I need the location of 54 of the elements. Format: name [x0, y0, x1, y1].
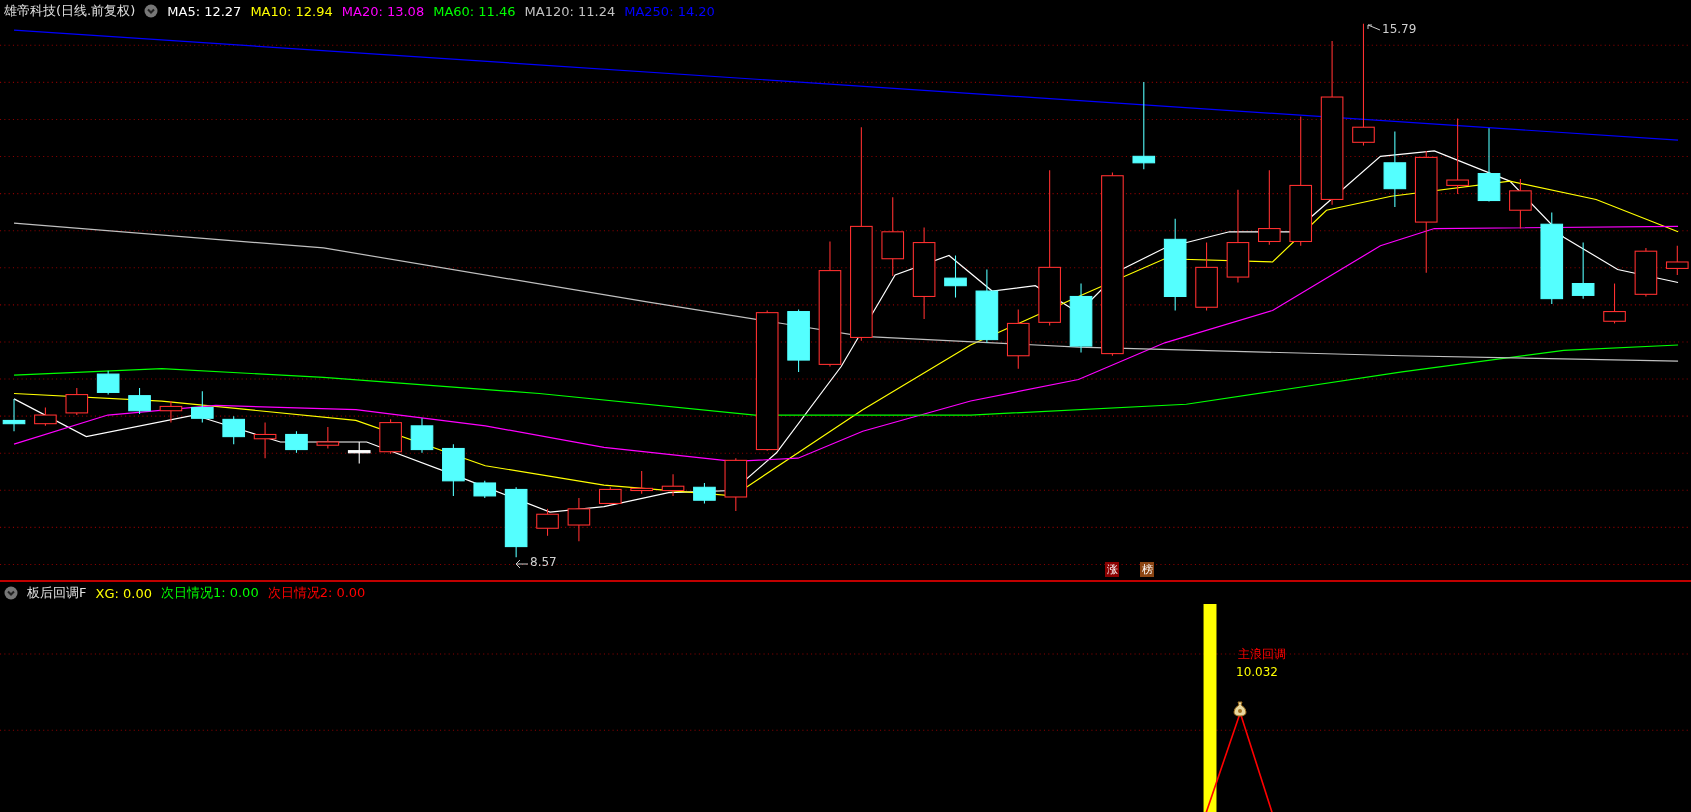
candlestick	[159, 400, 183, 424]
signal-label: 主浪回调	[1238, 646, 1286, 663]
candlestick	[661, 473, 685, 497]
candlestick	[1195, 242, 1218, 312]
candlestick	[1571, 242, 1595, 300]
candlestick	[473, 480, 497, 499]
candlestick	[442, 443, 465, 497]
candlestick	[96, 370, 120, 396]
candlestick	[191, 390, 214, 424]
indicator-value: 次日情况1: 0.00	[160, 584, 259, 602]
candlestick	[536, 508, 559, 537]
candlestick	[347, 441, 371, 465]
moving-average-value: MA10: 12.94	[250, 3, 333, 19]
dropdown-icon[interactable]	[4, 586, 18, 600]
signal-value: 10.032	[1236, 665, 1278, 679]
candlestick	[504, 486, 528, 558]
candlestick	[2, 398, 26, 432]
candlestick	[1069, 283, 1093, 354]
candlestick	[1509, 178, 1532, 230]
moving-average-value: MA5: 12.27	[167, 3, 242, 19]
moving-average-value: MA120: 11.24	[524, 3, 616, 19]
candlestick	[128, 387, 151, 415]
candlestick	[630, 470, 653, 495]
candlestick	[1634, 247, 1658, 297]
dropdown-icon[interactable]	[144, 4, 159, 18]
moving-average-value: MA60: 11.46	[433, 3, 516, 19]
candlestick	[316, 426, 340, 450]
moving-average-value: MA250: 14.20	[624, 3, 715, 19]
high-price-label: 15.79	[1382, 22, 1417, 36]
candlestick	[787, 308, 810, 373]
money-bag-icon	[1233, 701, 1247, 717]
candlestick	[724, 457, 748, 512]
low-price-label: 8.57	[530, 555, 557, 569]
candlestick	[567, 497, 591, 542]
candlestick	[1603, 283, 1626, 324]
candlestick	[253, 422, 277, 459]
candlestick	[65, 387, 89, 416]
moving-average-value: MA20: 13.08	[341, 3, 425, 19]
candlestick	[222, 415, 245, 445]
indicator-title: 板后回调F	[27, 584, 87, 602]
candlestick	[944, 254, 967, 299]
candlestick	[1006, 308, 1030, 370]
indicator-value: XG: 0.00	[95, 585, 152, 601]
candlestick	[693, 482, 716, 504]
indicator-value: 次日情况2: 0.00	[267, 584, 366, 602]
stock-title: 雄帝科技(日线.前复权)	[4, 2, 136, 20]
candlestick	[598, 486, 622, 506]
candlestick	[34, 406, 57, 427]
pointer-arrow-icon	[515, 559, 529, 569]
tag-badge: 涨	[1105, 562, 1119, 577]
candlestick	[285, 430, 308, 454]
tag-badge: 榜	[1140, 562, 1154, 577]
candlestick	[410, 417, 434, 454]
candlestick	[379, 418, 402, 455]
